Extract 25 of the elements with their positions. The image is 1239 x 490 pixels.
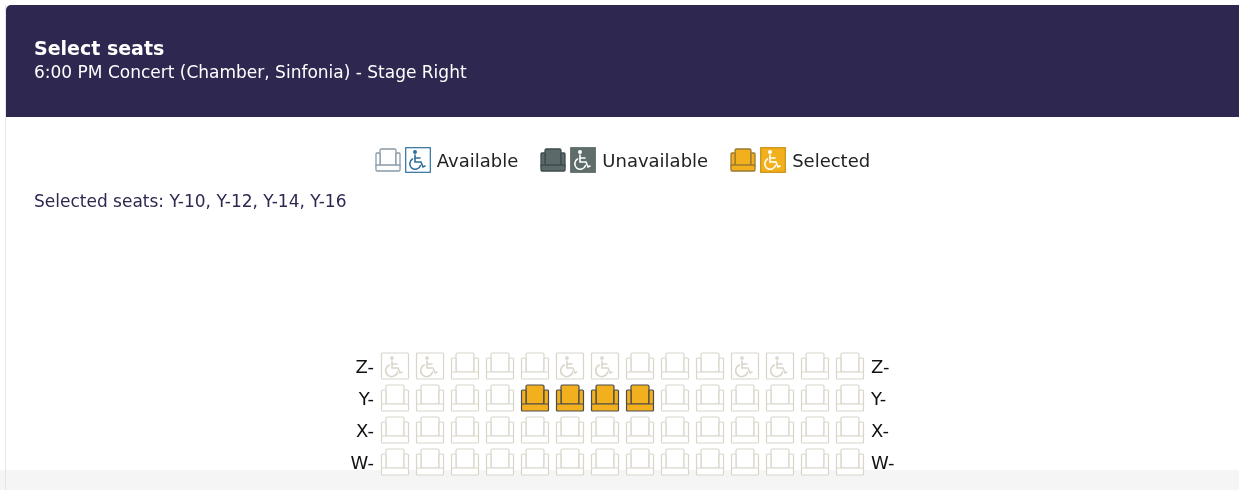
legend-label: Unavailable: [602, 149, 709, 171]
seat-icon[interactable]: [520, 384, 550, 412]
row-label: X-: [871, 419, 890, 441]
event-subtitle: 6:00 PM Concert (Chamber, Sinfonia) - Stage Right: [34, 61, 468, 84]
row-label: Z-: [871, 355, 891, 377]
legend-label: Available: [436, 149, 519, 171]
wheelchair-icon: [570, 147, 597, 173]
wheelchair-icon: [760, 147, 787, 173]
wheelchair-seat-icon[interactable]: [380, 352, 410, 380]
row-label: W-: [871, 451, 896, 473]
row-label: X-: [355, 419, 374, 441]
legend-label: Selected: [792, 149, 871, 171]
row-label: W-: [349, 451, 374, 473]
seat-icon[interactable]: [555, 384, 585, 412]
seat-icon[interactable]: [590, 384, 620, 412]
row-label: Y-: [357, 387, 374, 409]
dialog-title: Select seats: [34, 36, 166, 60]
wheelchair-seat-icon[interactable]: [765, 352, 795, 380]
selected-seats-text: Selected seats: Y-10, Y-12, Y-14, Y-16: [34, 191, 348, 211]
row-label: Y-: [871, 387, 888, 409]
row-label: Z-: [354, 355, 374, 377]
wheelchair-seat-icon[interactable]: [730, 352, 760, 380]
wheelchair-icon: [404, 147, 431, 173]
seat-icon[interactable]: [625, 384, 655, 412]
wheelchair-seat-icon[interactable]: [415, 352, 445, 380]
